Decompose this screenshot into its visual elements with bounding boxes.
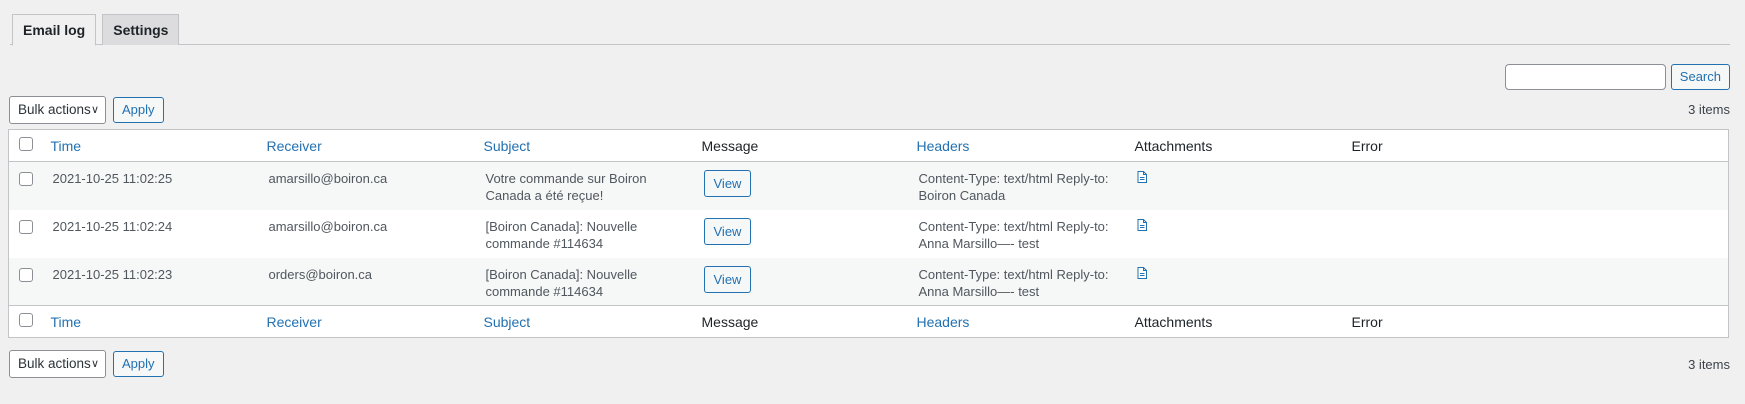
- search-input[interactable]: [1504, 64, 1666, 90]
- receiver-cell: amarsillo@boiron.ca: [268, 218, 388, 234]
- apply-button[interactable]: Apply: [113, 97, 164, 123]
- headers-cell: Content-Type: text/html Reply-to: Anna M…: [918, 218, 1109, 251]
- tab-settings[interactable]: Settings: [102, 14, 180, 45]
- table-header-row: Time Receiver Subject Message Headers At…: [8, 130, 1729, 162]
- bulk-actions-select[interactable]: Bulk actions ∨: [9, 350, 106, 378]
- sort-headers-link[interactable]: Headers: [917, 314, 970, 330]
- row-select-cell: [9, 258, 43, 306]
- search-box: Search: [1504, 64, 1730, 90]
- time-cell: 2021-10-25 11:02:24: [52, 218, 173, 234]
- receiver-cell: orders@boiron.ca: [268, 266, 373, 282]
- items-count: 3 items: [1688, 357, 1730, 372]
- time-cell: 2021-10-25 11:02:25: [52, 171, 173, 186]
- time-cell: 2021-10-25 11:02:23: [52, 266, 173, 282]
- message-cell: View: [694, 258, 909, 306]
- sort-time-link[interactable]: Time: [51, 138, 82, 154]
- table-row: 2021-10-25 11:02:25 amarsillo@boiron.ca …: [8, 161, 1729, 210]
- row-checkbox[interactable]: [19, 172, 33, 186]
- bulk-actions-label: Bulk actions: [18, 102, 91, 117]
- column-receiver: Receiver: [259, 130, 476, 162]
- column-headers: Headers: [909, 130, 1127, 162]
- sort-subject-link[interactable]: Subject: [484, 138, 531, 154]
- attachments-cell: [1127, 258, 1344, 306]
- items-count: 3 items: [1688, 102, 1730, 117]
- chevron-down-icon: ∨: [90, 358, 99, 370]
- select-all-cell: [9, 130, 43, 162]
- tab-email-log[interactable]: Email log: [12, 14, 97, 46]
- table-row: 2021-10-25 11:02:24 amarsillo@boiron.ca …: [9, 210, 1729, 258]
- table-footer-row: Time Receiver Subject Message Headers At…: [8, 305, 1729, 338]
- headers-cell: Content-Type: text/html Reply-to: Boiron…: [918, 171, 1109, 203]
- tab-bar: Email log Settings: [10, 14, 1730, 46]
- attachments-cell: [1127, 162, 1344, 210]
- subject-cell: [Boiron Canada]: Nouvelle commande #1146…: [485, 218, 638, 251]
- sort-receiver-link[interactable]: Receiver: [267, 314, 322, 330]
- column-error: Error: [1351, 137, 1383, 154]
- file-icon[interactable]: [1137, 266, 1147, 279]
- column-attachments: Attachments: [1134, 137, 1213, 154]
- view-message-button[interactable]: View: [703, 217, 752, 245]
- error-cell: [1344, 210, 1729, 258]
- attachments-cell: [1127, 210, 1344, 258]
- email-log-table: Time Receiver Subject Message Headers At…: [8, 129, 1729, 338]
- column-subject: Subject: [476, 130, 694, 162]
- message-cell: View: [694, 162, 909, 210]
- column-headers: Headers: [909, 306, 1127, 338]
- table-row: 2021-10-25 11:02:23 orders@boiron.ca [Bo…: [8, 257, 1729, 306]
- bulk-actions-label: Bulk actions: [18, 356, 91, 371]
- sort-receiver-link[interactable]: Receiver: [267, 138, 322, 154]
- bulk-actions-select[interactable]: Bulk actions ∨: [9, 96, 106, 124]
- row-select-cell: [9, 162, 43, 210]
- sort-time-link[interactable]: Time: [51, 314, 82, 330]
- error-cell: [1344, 258, 1729, 306]
- column-message: Message: [701, 137, 759, 154]
- tablenav-top: Bulk actions ∨ Apply: [9, 96, 164, 124]
- message-cell: View: [694, 210, 909, 258]
- search-button[interactable]: Search: [1670, 64, 1730, 90]
- file-icon[interactable]: [1137, 218, 1147, 231]
- column-attachments: Attachments: [1134, 313, 1213, 330]
- sort-subject-link[interactable]: Subject: [484, 314, 531, 330]
- select-all-checkbox[interactable]: [19, 313, 33, 327]
- select-all-checkbox[interactable]: [19, 137, 33, 151]
- column-receiver: Receiver: [259, 306, 476, 338]
- subject-cell: Votre commande sur Boiron Canada a été r…: [485, 171, 647, 203]
- view-message-button[interactable]: View: [703, 170, 752, 197]
- sort-headers-link[interactable]: Headers: [917, 138, 970, 154]
- column-time: Time: [43, 306, 259, 338]
- row-select-cell: [9, 210, 43, 258]
- receiver-cell: amarsillo@boiron.ca: [268, 171, 388, 186]
- column-subject: Subject: [476, 306, 694, 338]
- subject-cell: [Boiron Canada]: Nouvelle commande #1146…: [485, 266, 638, 299]
- chevron-down-icon: ∨: [90, 104, 99, 116]
- apply-button[interactable]: Apply: [113, 351, 164, 377]
- column-time: Time: [43, 130, 259, 162]
- tablenav-bottom: Bulk actions ∨ Apply: [9, 350, 164, 378]
- error-cell: [1344, 162, 1729, 210]
- file-icon[interactable]: [1137, 171, 1147, 183]
- row-checkbox[interactable]: [19, 219, 33, 234]
- column-error: Error: [1351, 313, 1383, 330]
- row-checkbox[interactable]: [19, 267, 33, 282]
- select-all-cell: [9, 306, 43, 338]
- column-message: Message: [701, 313, 759, 330]
- view-message-button[interactable]: View: [703, 265, 752, 293]
- headers-cell: Content-Type: text/html Reply-to: Anna M…: [918, 266, 1109, 299]
